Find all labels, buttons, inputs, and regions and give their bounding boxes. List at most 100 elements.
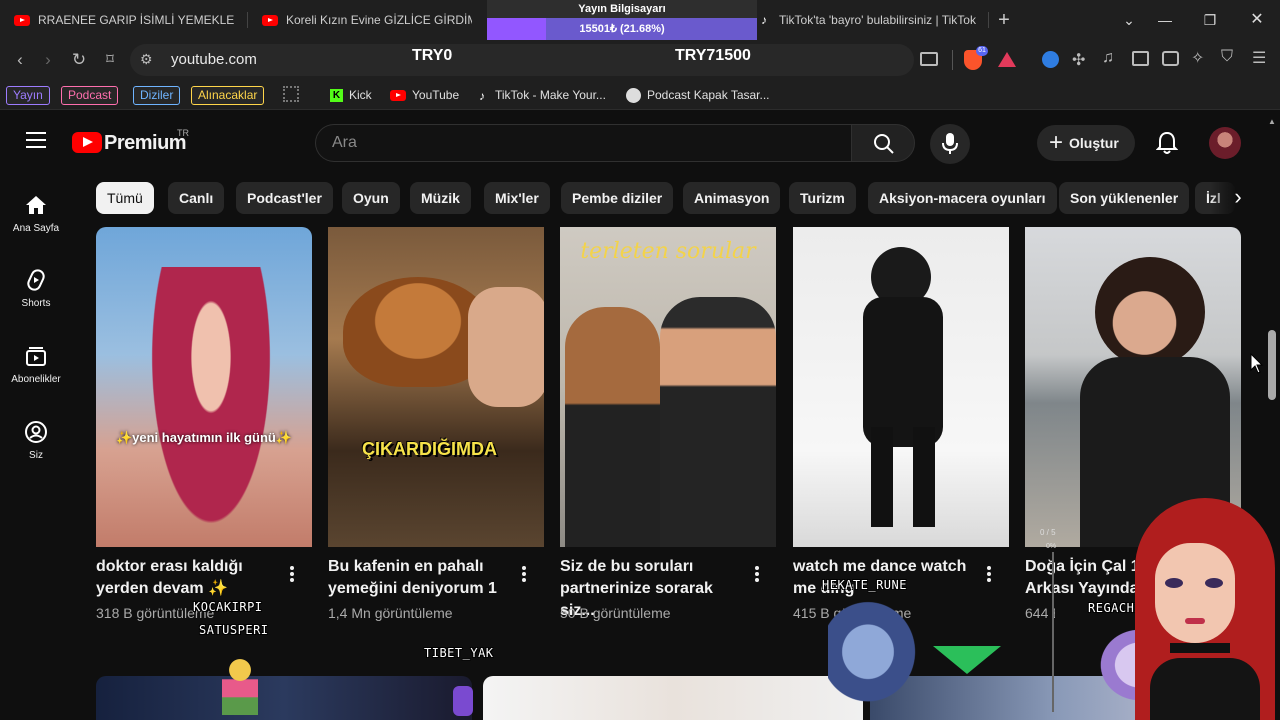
avatar-face — [1155, 543, 1235, 643]
video-thumbnail[interactable] — [483, 676, 863, 720]
forward-button[interactable]: › — [36, 48, 60, 72]
short-views: 1,4 Mn görüntüleme — [328, 605, 453, 621]
mini-counter: 0 / 5 — [1040, 528, 1056, 537]
youtube-favicon-icon — [262, 14, 278, 26]
chip-mixler[interactable]: Mix'ler — [484, 182, 550, 214]
new-tab-button[interactable]: + — [992, 8, 1016, 32]
bookmark-folder-podcast[interactable]: Podcast — [61, 86, 119, 105]
dancer-leg-left — [871, 427, 893, 527]
apps-grid-icon[interactable] — [283, 86, 299, 102]
extensions-icon[interactable]: ✣ — [1072, 50, 1085, 70]
viewer-label: HEKATE_RUNE — [822, 578, 907, 592]
region-code: TR — [177, 128, 189, 138]
bookmark-icon[interactable]: ⌑ — [98, 48, 122, 72]
chevron-right-icon[interactable]: › — [1224, 182, 1252, 214]
bookmark-folder-alinacaklar[interactable]: Alınacaklar — [191, 86, 265, 105]
bookmark-podcast-cover[interactable]: Podcast Kapak Tasar... — [626, 86, 770, 105]
menu-icon[interactable]: ☰ — [1252, 48, 1266, 68]
sidebar-item-shorts[interactable]: Shorts — [0, 268, 72, 309]
video-thumbnail[interactable] — [96, 676, 472, 720]
sidebar-toggle-icon[interactable] — [1132, 51, 1149, 66]
chip-pembe-diziler[interactable]: Pembe diziler — [561, 182, 674, 214]
bookmark-kick[interactable]: K Kick — [330, 86, 372, 105]
short-title[interactable]: Bu kafenin en pahalı yemeğini deniyorum 1 — [328, 556, 508, 600]
sidebar-item-home[interactable]: Ana Sayfa — [0, 193, 72, 234]
avatar[interactable] — [1209, 127, 1241, 159]
leo-ai-icon[interactable]: ✧ — [1191, 48, 1204, 68]
site-info-icon[interactable]: ⚙ — [140, 51, 153, 68]
more-actions-icon[interactable] — [986, 566, 992, 584]
url-text[interactable]: youtube.com — [171, 51, 257, 68]
hamburger-menu-icon[interactable] — [26, 132, 46, 148]
minimize-button[interactable]: — — [1153, 8, 1177, 32]
chip-aksiyon-macera[interactable]: Aksiyon-macera oyunları — [868, 182, 1057, 214]
search-button[interactable] — [851, 124, 915, 162]
tiktok-favicon-icon: ♪ — [761, 13, 767, 27]
sidebar-item-you[interactable]: Siz — [0, 420, 72, 461]
search-input[interactable]: Ara — [315, 124, 851, 162]
dragon-sprite — [828, 600, 928, 715]
bookmark-folder-diziler[interactable]: Diziler — [133, 86, 181, 105]
avatar-mouth — [1185, 618, 1205, 624]
more-actions-icon[interactable] — [521, 566, 527, 584]
youtube-logo-icon[interactable] — [72, 132, 102, 153]
chip-muzik[interactable]: Müzik — [410, 182, 471, 214]
short-thumbnail[interactable]: terleten sorular — [560, 227, 776, 547]
chip-podcastler[interactable]: Podcast'ler — [236, 182, 333, 214]
notifications-bell-icon[interactable] — [1156, 131, 1178, 155]
sidebar-item-subscriptions[interactable]: Abonelikler — [0, 344, 72, 385]
restore-button[interactable]: ❐ — [1198, 8, 1222, 32]
chip-oyun[interactable]: Oyun — [342, 182, 400, 214]
voice-search-button[interactable] — [930, 124, 970, 164]
dancer-leg-right — [913, 427, 935, 527]
close-window-button[interactable]: ✕ — [1245, 8, 1269, 32]
tiktok-icon: ♪ — [479, 88, 485, 103]
reload-button[interactable]: ↻ — [67, 48, 91, 72]
short-thumbnail[interactable]: ÇIKARDIĞIMDA — [328, 227, 544, 547]
avatar-eye-right — [1205, 578, 1223, 588]
bookmark-folder-yayin[interactable]: Yayın — [6, 86, 50, 105]
stream-goal-overlay: Yayın Bilgisayarı 15501₺ (21.68%) — [487, 0, 757, 40]
chip-canli[interactable]: Canlı — [168, 182, 225, 214]
wallet-icon[interactable] — [1162, 51, 1179, 66]
browser-tab-2[interactable]: Koreli Kızın Evine GİZLİCE GİRDİM! — [262, 6, 472, 34]
youtube-header: Premium TR Ara + Oluştur — [0, 110, 1280, 176]
cast-icon[interactable] — [920, 52, 938, 66]
bookmark-tiktok[interactable]: ♪ TikTok - Make Your... — [475, 86, 606, 105]
browser-tab-3[interactable]: ♪ TikTok'ta 'bayro' bulabilirsiniz | Tik… — [757, 6, 979, 34]
shield-icon[interactable]: ⛉ — [1221, 48, 1233, 66]
goal-progress-track: 15501₺ (21.68%) — [487, 18, 757, 40]
short-title[interactable]: doktor erası kaldığı yerden devam ✨ — [96, 556, 276, 600]
bookmark-youtube[interactable]: YouTube — [390, 86, 459, 105]
mouse-cursor-icon — [1250, 353, 1264, 374]
chip-animasyon[interactable]: Animasyon — [683, 182, 781, 214]
search-icon — [874, 134, 894, 154]
scrollbar-thumb[interactable] — [1268, 330, 1276, 400]
vpn-icon[interactable] — [1042, 51, 1059, 68]
short-thumbnail[interactable]: ✨yeni hayatımın ilk günü✨ — [96, 227, 312, 547]
more-actions-icon[interactable] — [754, 566, 760, 584]
pixel-avatar-sprite — [222, 655, 258, 715]
tab-title: TikTok'ta 'bayro' bulabilirsiniz | TikTo… — [779, 13, 976, 27]
broadcast-title-bar: Yayın Bilgisayarı — [487, 0, 757, 18]
short-thumbnail[interactable] — [793, 227, 1009, 547]
scroll-up-icon[interactable]: ▲ — [1268, 118, 1276, 126]
chip-son-yuklenenler[interactable]: Son yüklenenler — [1059, 182, 1190, 214]
short-title[interactable]: Doğa İçin Çal 1 Arkası Yayında — [1025, 556, 1135, 600]
create-button[interactable]: + Oluştur — [1037, 125, 1135, 161]
mini-progress-bar — [1052, 552, 1054, 712]
avatar-eye-left — [1165, 578, 1183, 588]
music-icon[interactable]: ♫ — [1102, 49, 1114, 67]
person-illustration — [136, 267, 286, 547]
you-icon — [25, 421, 47, 443]
youtube-logo-text[interactable]: Premium — [104, 132, 187, 155]
brave-rewards-icon[interactable] — [998, 52, 1016, 67]
more-actions-icon[interactable] — [289, 566, 295, 584]
back-button[interactable]: ‹ — [8, 48, 32, 72]
browser-toolbar: ‹ › ↻ ⌑ ⚙ youtube.com TRY0 TRY71500 61 ✣… — [0, 40, 1280, 80]
chip-turizm[interactable]: Turizm — [789, 182, 856, 214]
tab-search-chevron-icon[interactable]: ⌄ — [1117, 8, 1141, 32]
chip-tumu[interactable]: Tümü — [96, 182, 154, 214]
pixel-avatar-sprite — [453, 686, 473, 716]
browser-tab-1[interactable]: RRAENEE GARIP İSİMLİ YEMEKLERİ İN — [14, 6, 234, 34]
